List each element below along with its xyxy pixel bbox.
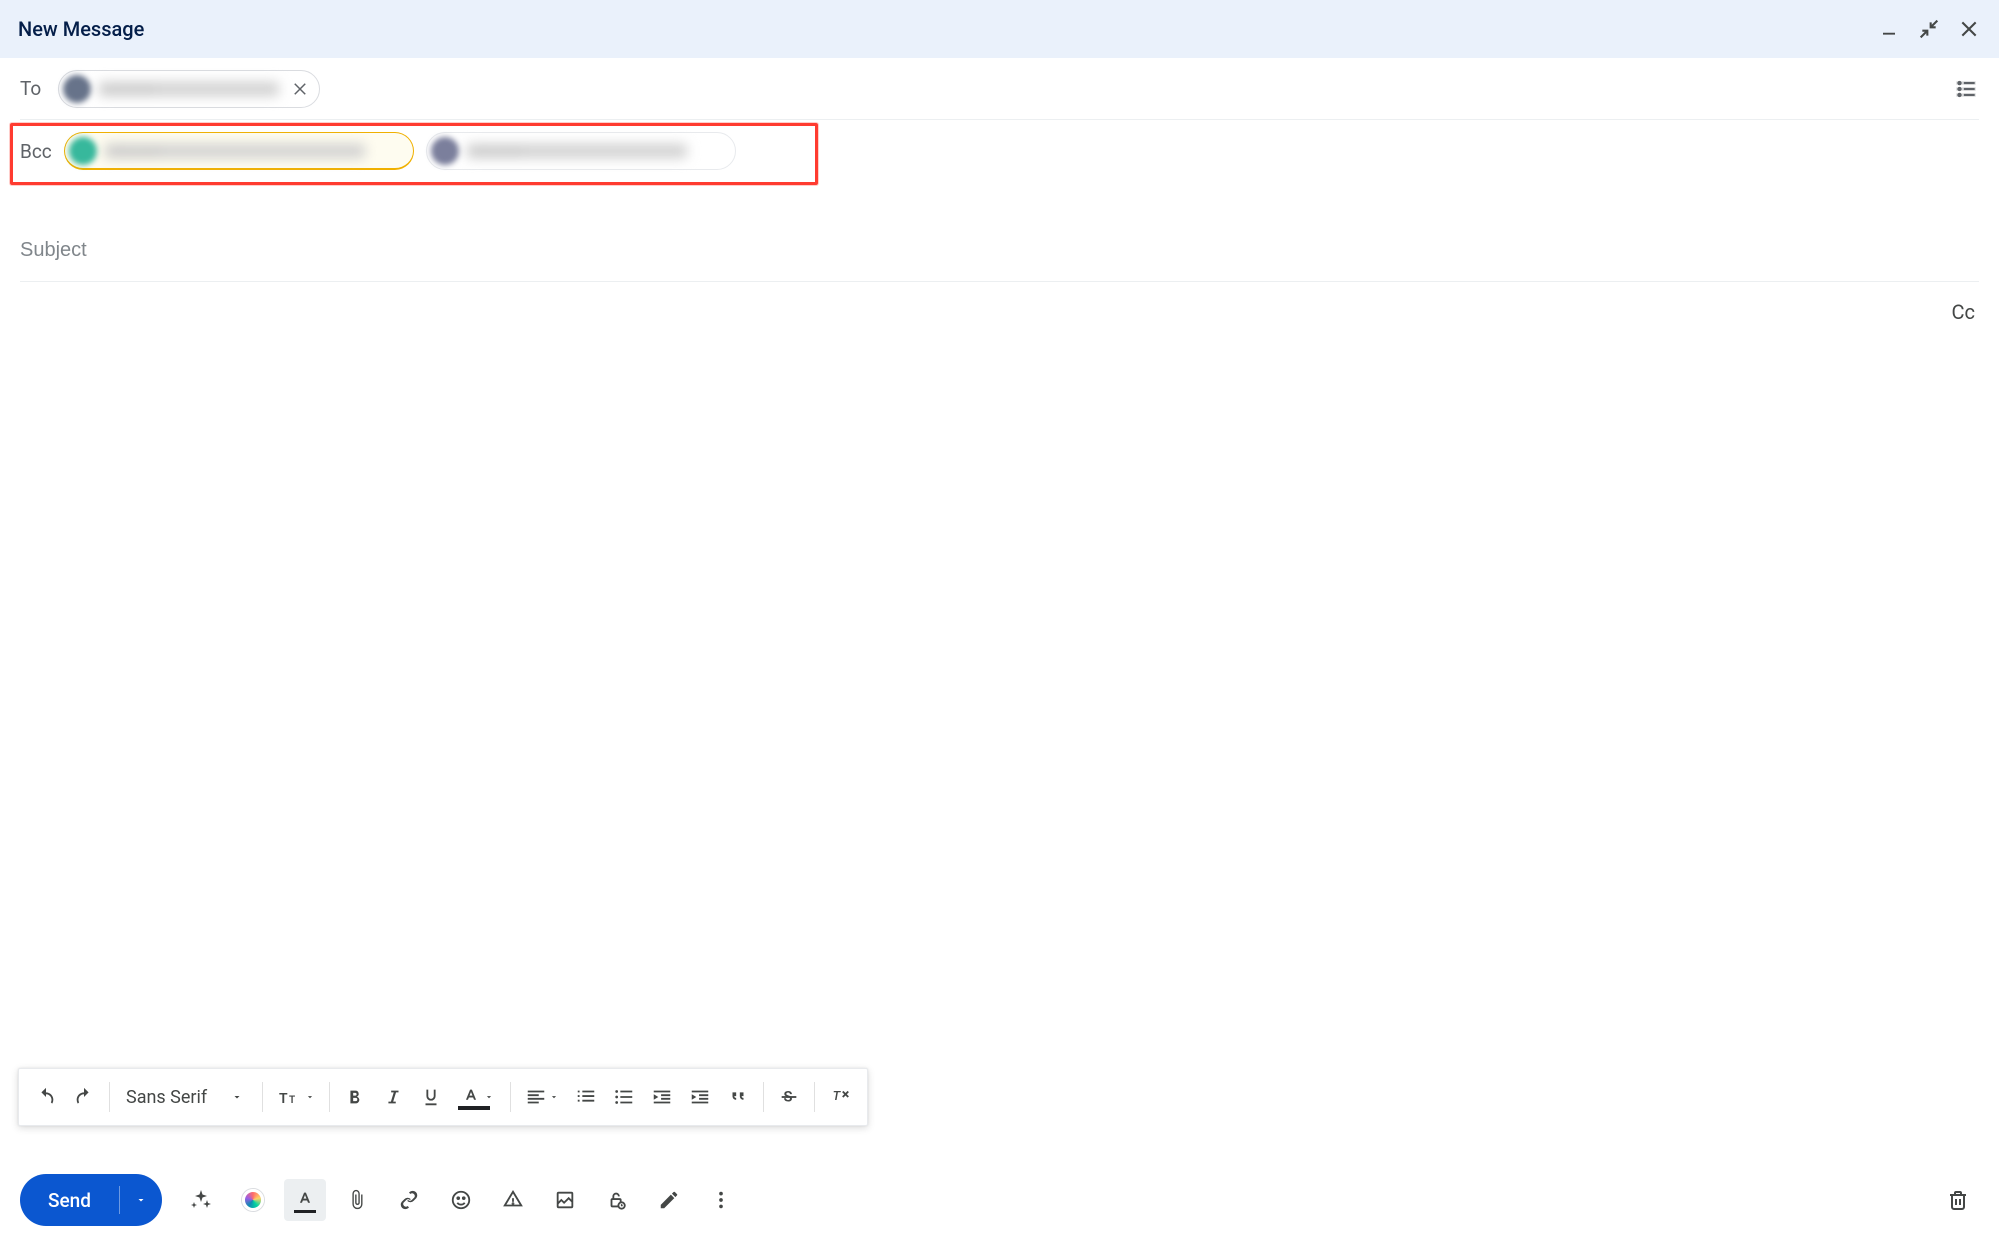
subject-row[interactable] <box>20 220 1979 282</box>
ai-sparkle-icon[interactable] <box>180 1179 222 1221</box>
chip-text-redacted: redacted <box>99 82 279 96</box>
send-button[interactable]: Send <box>20 1174 119 1226</box>
divider <box>814 1082 815 1112</box>
gradient-circle <box>242 1189 264 1211</box>
avatar <box>63 75 91 103</box>
remove-formatting-button[interactable]: T <box>821 1078 859 1116</box>
indent-less-button[interactable] <box>643 1078 681 1116</box>
bold-button[interactable] <box>336 1078 374 1116</box>
chevron-down-icon <box>549 1092 559 1102</box>
bcc-field-row[interactable]: Bcc redacted redacted <box>20 120 1979 182</box>
divider <box>763 1082 764 1112</box>
attach-file-icon[interactable] <box>336 1179 378 1221</box>
divider <box>329 1082 330 1112</box>
insert-signature-icon[interactable] <box>648 1179 690 1221</box>
underline-button[interactable] <box>412 1078 450 1116</box>
divider <box>109 1082 110 1112</box>
formatting-options-button[interactable] <box>284 1179 326 1221</box>
minimize-icon[interactable] <box>1877 17 1901 41</box>
divider <box>262 1082 263 1112</box>
font-size-button[interactable]: TT <box>269 1078 323 1116</box>
text-color-button[interactable] <box>450 1078 504 1116</box>
redo-icon[interactable] <box>65 1078 103 1116</box>
chevron-down-icon <box>484 1092 494 1102</box>
more-options-icon[interactable] <box>700 1179 742 1221</box>
italic-button[interactable] <box>374 1078 412 1116</box>
divider <box>510 1082 511 1112</box>
subject-input[interactable] <box>20 239 1979 262</box>
to-recipient-chip[interactable]: redacted <box>58 70 320 108</box>
numbered-list-button[interactable] <box>567 1078 605 1116</box>
strikethrough-button[interactable]: S <box>770 1078 808 1116</box>
indent-more-button[interactable] <box>681 1078 719 1116</box>
formatting-toolbar: Sans Serif TT S T <box>18 1068 868 1126</box>
color-swatch <box>294 1210 316 1213</box>
bottom-bar: Send <box>0 1150 1999 1250</box>
discard-draft-icon[interactable] <box>1937 1179 1979 1221</box>
bcc-recipient-chip-1[interactable]: redacted <box>64 132 414 170</box>
close-icon[interactable] <box>1957 17 1981 41</box>
to-field-row[interactable]: To redacted <box>20 58 1979 120</box>
contacts-picker-icon[interactable] <box>1953 76 1979 102</box>
window-title: New Message <box>18 17 144 41</box>
titlebar: New Message <box>0 0 1999 58</box>
bottom-left-group: Send <box>20 1174 742 1226</box>
exit-fullscreen-icon[interactable] <box>1917 17 1941 41</box>
cc-toggle-link[interactable]: Cc <box>1948 294 1980 330</box>
undo-icon[interactable] <box>27 1078 65 1116</box>
avatar <box>69 137 97 165</box>
send-button-group: Send <box>20 1174 162 1226</box>
font-name: Sans Serif <box>126 1087 207 1108</box>
bulleted-list-button[interactable] <box>605 1078 643 1116</box>
align-button[interactable] <box>517 1078 567 1116</box>
remove-recipient-icon[interactable] <box>291 80 309 98</box>
chevron-down-icon <box>305 1092 315 1102</box>
quote-button[interactable] <box>719 1078 757 1116</box>
insert-photo-icon[interactable] <box>544 1179 586 1221</box>
to-label: To <box>20 77 46 100</box>
svg-text:T: T <box>289 1095 295 1106</box>
chip-text-redacted: redacted <box>467 144 687 158</box>
insert-link-icon[interactable] <box>388 1179 430 1221</box>
insert-drive-icon[interactable] <box>492 1179 534 1221</box>
bcc-recipient-chip-2[interactable]: redacted <box>426 132 736 170</box>
svg-text:T: T <box>279 1091 288 1107</box>
titlebar-controls <box>1877 17 1981 41</box>
recipient-fields: To redacted Bcc redacted redacted Cc <box>0 58 1999 282</box>
gradient-theme-icon[interactable] <box>232 1179 274 1221</box>
font-family-select[interactable]: Sans Serif <box>116 1087 256 1108</box>
chevron-down-icon <box>231 1091 243 1103</box>
confidential-mode-icon[interactable] <box>596 1179 638 1221</box>
bcc-label: Bcc <box>20 140 52 163</box>
send-options-dropdown[interactable] <box>120 1174 162 1226</box>
compose-action-icons <box>180 1179 742 1221</box>
chip-text-redacted: redacted <box>105 144 365 158</box>
color-swatch <box>458 1106 490 1110</box>
avatar <box>431 137 459 165</box>
insert-emoji-icon[interactable] <box>440 1179 482 1221</box>
